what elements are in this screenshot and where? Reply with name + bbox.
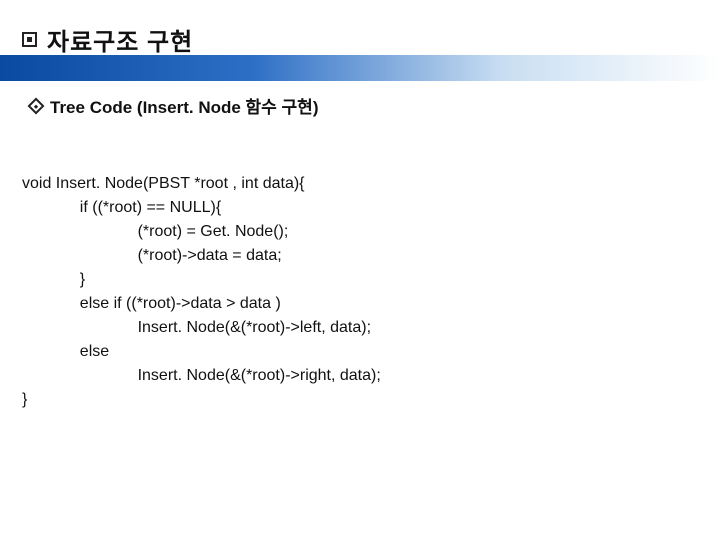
code-line: Insert. Node(&(*root)->right, data); <box>22 367 381 384</box>
code-line: } <box>22 271 85 288</box>
diamond-bullet-inner <box>34 103 38 107</box>
slide-title: 자료구조 구현 <box>47 22 193 57</box>
code-line: void Insert. Node(PBST *root , int data)… <box>22 175 305 192</box>
slide-subtitle: Tree Code (Insert. Node 함수 구현) <box>50 93 319 118</box>
title-gradient-band <box>0 55 720 81</box>
diamond-bullet-icon <box>28 97 45 114</box>
code-line: if ((*root) == NULL){ <box>22 199 221 216</box>
code-line: (*root)->data = data; <box>22 247 282 264</box>
square-bullet-inner <box>27 37 32 42</box>
code-line: else <box>22 343 109 360</box>
title-row: 자료구조 구현 <box>22 22 193 57</box>
code-block: void Insert. Node(PBST *root , int data)… <box>22 172 682 412</box>
code-line: } <box>22 391 27 408</box>
code-line: (*root) = Get. Node(); <box>22 223 288 240</box>
code-line: Insert. Node(&(*root)->left, data); <box>22 319 371 336</box>
square-bullet-icon <box>22 32 37 47</box>
slide: 자료구조 구현 Tree Code (Insert. Node 함수 구현) v… <box>0 0 720 540</box>
subtitle-row: Tree Code (Insert. Node 함수 구현) <box>30 93 319 118</box>
code-line: else if ((*root)->data > data ) <box>22 295 281 312</box>
